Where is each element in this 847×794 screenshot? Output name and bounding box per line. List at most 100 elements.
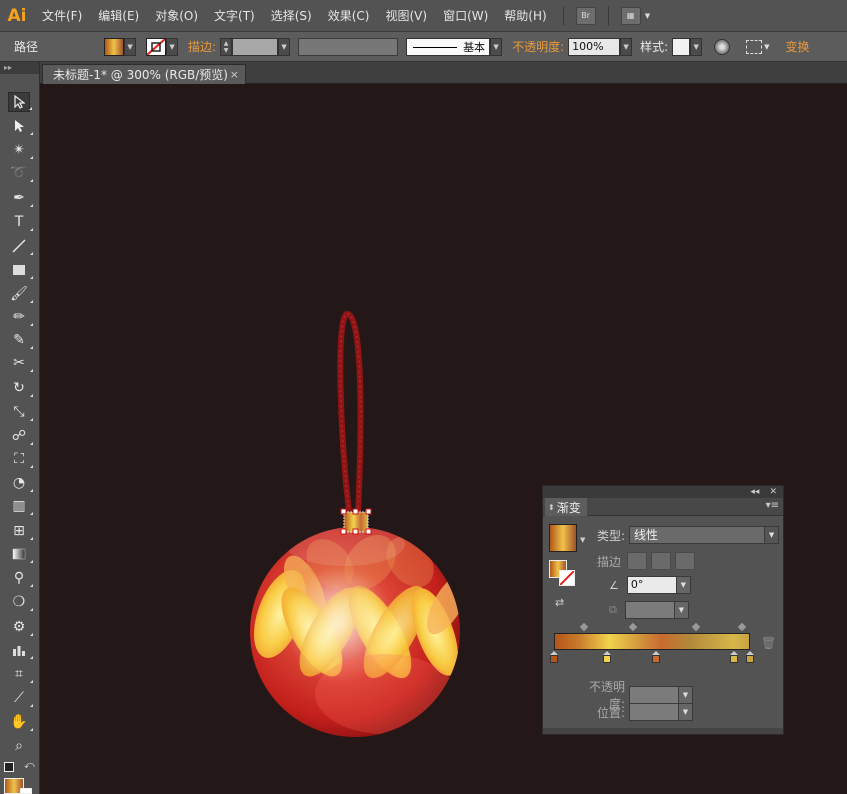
midpoint-marker[interactable] [628, 622, 638, 632]
location-field[interactable]: ▼ [629, 703, 693, 721]
graphic-style-swatch[interactable] [672, 37, 691, 56]
app-logo: Ai [7, 5, 27, 26]
gradient-stop[interactable] [746, 651, 754, 663]
paintbrush-tool-icon[interactable]: 🖌 [8, 284, 33, 304]
gradient-stop[interactable] [550, 651, 558, 663]
column-graph-tool-icon[interactable] [8, 640, 33, 660]
opacity-dropdown[interactable]: ▼ [620, 37, 633, 56]
scale-tool-icon[interactable]: ⤡ [8, 402, 33, 422]
stroke-weight-field[interactable] [232, 37, 279, 56]
menu-object[interactable]: 对象(O) [147, 0, 206, 32]
slice-tool-icon[interactable]: ⟋ [8, 688, 33, 708]
stroke-weight-stepper[interactable]: ▲ ▼ [220, 37, 233, 56]
menu-edit[interactable]: 编辑(E) [90, 0, 147, 32]
stroke-color-box[interactable] [20, 788, 32, 794]
aspect-ratio-field[interactable]: ▼ [624, 601, 689, 619]
gradient-stop[interactable] [730, 651, 739, 663]
midpoint-marker[interactable] [579, 622, 589, 632]
brush-definition-field[interactable]: 基本 [406, 37, 491, 56]
expand-options-icon[interactable]: ⬍ [548, 503, 555, 512]
gradient-thumbnail-dropdown[interactable]: ▼ [580, 536, 585, 544]
menu-type[interactable]: 文字(T) [206, 0, 263, 32]
type-tool-icon[interactable]: T [8, 212, 33, 232]
mesh-tool-icon[interactable]: ⊞ [8, 521, 33, 541]
reverse-gradient-icon[interactable]: ⇄ [555, 596, 564, 609]
close-icon[interactable]: × [230, 68, 239, 81]
scissors-tool-icon[interactable]: ✂ [8, 353, 33, 373]
recolor-artwork-icon[interactable] [714, 38, 731, 55]
type-select[interactable]: 线性 ▼ [629, 526, 780, 544]
stroke-weight-dropdown[interactable]: ▼ [278, 37, 291, 56]
arrange-documents-icon[interactable]: ▦ [620, 6, 641, 25]
type-row: 类型: 线性 ▼ [597, 526, 780, 544]
gradient-stop[interactable] [651, 651, 660, 663]
collapse-panel-icon[interactable]: ▸▸ [0, 62, 39, 74]
zoom-tool-icon[interactable]: ⌕ [8, 736, 30, 756]
transform-link[interactable]: 变换 [770, 38, 814, 55]
menu-effect[interactable]: 效果(C) [320, 0, 378, 32]
angle-field[interactable]: 0° ▼ [626, 576, 691, 594]
direct-selection-tool-icon[interactable] [8, 116, 33, 136]
blend-tool-icon[interactable]: ❍ [8, 592, 33, 612]
chevron-down-icon[interactable]: ▼ [645, 12, 650, 20]
stroke-gradient-within-icon[interactable] [627, 552, 648, 570]
stroke-gradient-across-icon[interactable] [675, 552, 696, 570]
stroke-gradient-along-icon[interactable] [651, 552, 672, 570]
brush-definition-dropdown[interactable]: ▼ [490, 37, 503, 56]
midpoint-marker[interactable] [691, 622, 701, 632]
warp-tool-icon[interactable]: ☍ [8, 426, 33, 446]
free-transform-tool-icon[interactable]: ⛶ [8, 449, 33, 469]
opacity-label[interactable]: 不透明度: [502, 38, 568, 55]
hand-tool-icon[interactable]: ✋ [8, 712, 33, 732]
menu-help[interactable]: 帮助(H) [496, 0, 554, 32]
tab-gradient[interactable]: ⬍ 渐变 [545, 498, 587, 516]
delete-stop-icon[interactable]: 🗑 [761, 636, 776, 650]
panel-header: ◂◂ ✕ [543, 486, 783, 498]
graphic-style-dropdown[interactable]: ▼ [690, 37, 703, 56]
collapse-panel-icon[interactable]: ◂◂ [750, 487, 759, 497]
fill-dropdown-arrow[interactable]: ▼ [124, 37, 137, 56]
gradient-tool-icon[interactable] [8, 544, 33, 564]
gradient-thumbnail[interactable] [549, 524, 577, 552]
selection-tool-icon[interactable] [8, 92, 32, 112]
menu-file[interactable]: 文件(F) [34, 0, 90, 32]
blob-brush-tool-icon[interactable]: ✎ [8, 330, 33, 350]
line-tool-icon[interactable] [8, 236, 33, 256]
panel-resize-grip[interactable] [543, 728, 783, 734]
bridge-button[interactable]: Br [575, 6, 596, 25]
panel-menu-icon[interactable]: ▾≡ [766, 500, 779, 511]
shape-builder-tool-icon[interactable]: ◔ [8, 473, 33, 493]
magic-wand-tool-icon[interactable]: ✴ [8, 140, 33, 160]
document-tab[interactable]: 未标题-1* @ 300% (RGB/预览) × [42, 64, 246, 84]
rectangle-tool-icon[interactable] [8, 260, 33, 280]
align-options-icon[interactable] [746, 39, 763, 54]
fill-stroke-indicator[interactable] [549, 560, 577, 588]
pencil-tool-icon[interactable]: ✏ [8, 307, 33, 327]
menu-view[interactable]: 视图(V) [377, 0, 435, 32]
rotate-tool-icon[interactable]: ↻ [8, 378, 33, 398]
opacity-field[interactable]: 100% [568, 37, 621, 56]
document-tab-title: 未标题-1* @ 300% (RGB/预览) [53, 68, 228, 82]
menu-select[interactable]: 选择(S) [263, 0, 320, 32]
menu-window[interactable]: 窗口(W) [435, 0, 496, 32]
fill-swatch[interactable] [104, 37, 125, 56]
close-icon[interactable]: ✕ [769, 487, 777, 497]
pen-tool-icon[interactable]: ✒ [8, 188, 33, 208]
stroke-none-swatch[interactable] [146, 37, 167, 56]
stroke-label[interactable]: 描边: [178, 38, 220, 55]
eyedropper-tool-icon[interactable]: ⚲ [8, 568, 33, 588]
default-colors-icon[interactable] [4, 762, 14, 772]
artboard-tool-icon[interactable]: ⌗ [8, 664, 33, 684]
gradient-slider[interactable] [554, 633, 750, 650]
variable-width-profile[interactable] [298, 37, 399, 56]
gradient-stop[interactable] [602, 651, 611, 663]
symbol-sprayer-tool-icon[interactable]: ▥ [8, 496, 33, 516]
lasso-tool-icon[interactable]: ➰ [8, 163, 33, 183]
swap-colors-icon[interactable]: ⤺ [24, 760, 35, 771]
midpoint-marker[interactable] [737, 622, 747, 632]
tools-panel: ▸▸ ✴ ➰ ✒ T 🖌 ✏ ✎ ✂ ↻ ⤡ ☍ ⛶ ◔ ▥ ⊞ ⚲ ❍ ⚙ ⌗… [0, 62, 40, 794]
symbol-tool-icon[interactable]: ⚙ [8, 617, 33, 637]
opacity-field[interactable]: ▼ [629, 686, 693, 704]
selection-type-label: 路径 [14, 40, 39, 54]
stroke-dropdown-arrow[interactable]: ▼ [166, 37, 179, 56]
